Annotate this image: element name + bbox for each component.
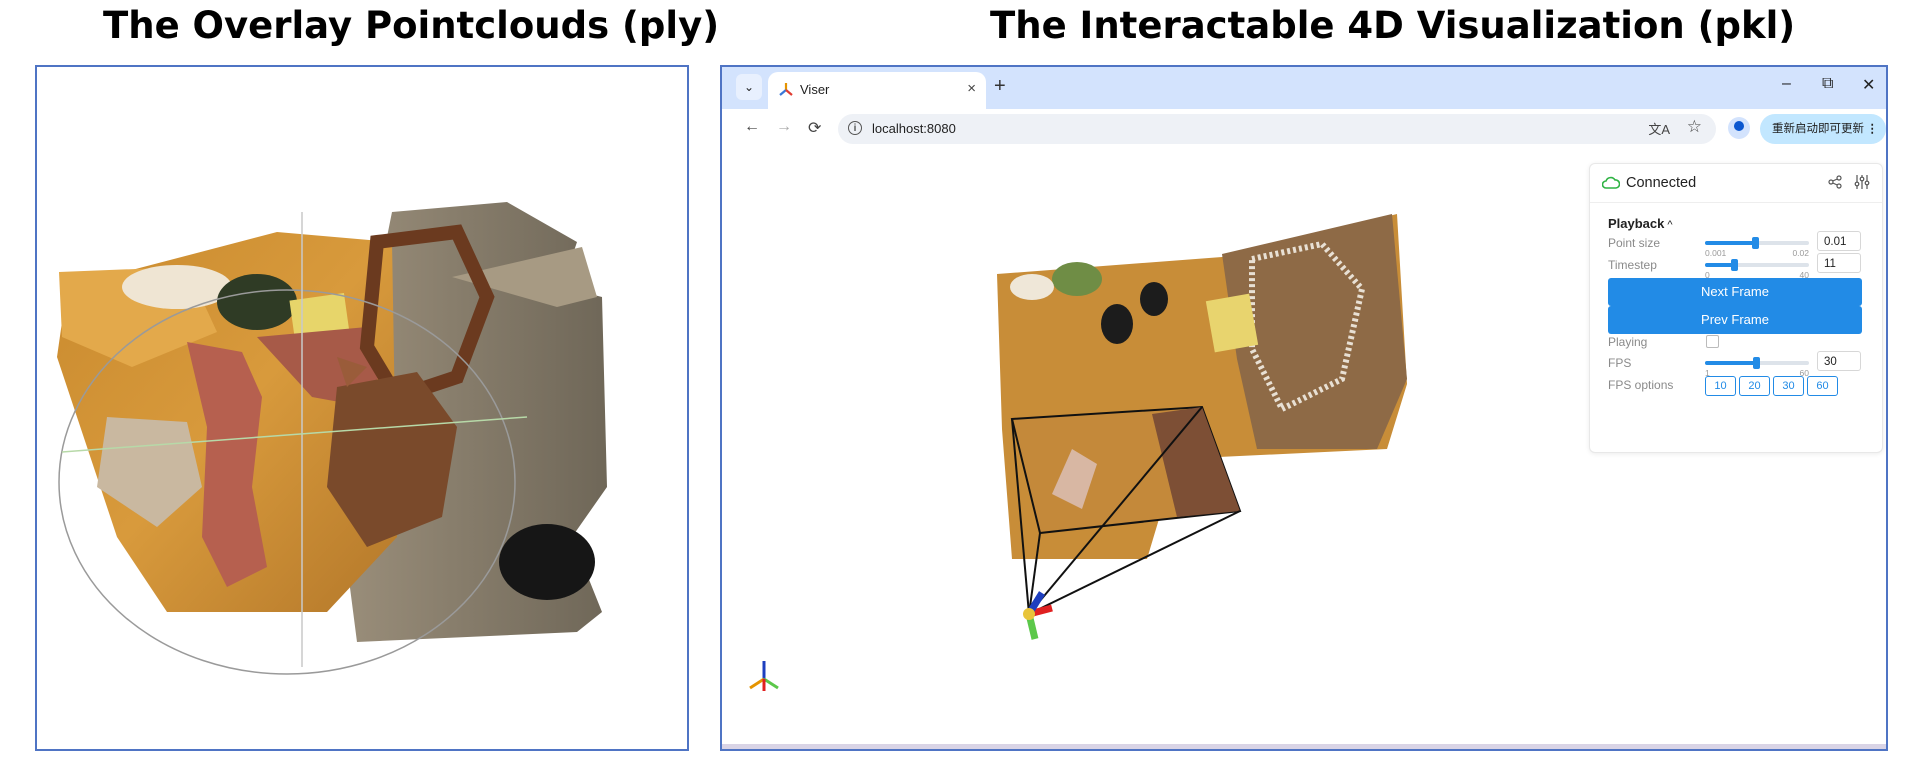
next-frame-button[interactable]: Next Frame <box>1608 278 1862 306</box>
back-icon[interactable]: ← <box>744 118 760 136</box>
fps-option-30[interactable]: 30 <box>1773 376 1804 396</box>
section-title: Playback <box>1608 216 1665 231</box>
slider-handle[interactable] <box>1751 237 1759 249</box>
tab-strip: ⌄ Viser × + – ⧉ ✕ <box>722 67 1886 109</box>
fps-input[interactable]: 30 <box>1817 351 1861 371</box>
browser-toolbar: ← → ⟳ i localhost:8080 文A ☆ 重新启动即可更新 ⋮ <box>722 109 1886 150</box>
world-axis-x <box>749 677 765 690</box>
window-close-icon[interactable]: ✕ <box>1862 75 1875 95</box>
tab-search-button[interactable]: ⌄ <box>736 74 762 100</box>
slider-handle[interactable] <box>1752 357 1760 369</box>
slider-min: 0.001 <box>1705 248 1727 258</box>
viser-3d-viewport[interactable]: Connected Playback ^ Point size 0.001 0.… <box>722 149 1886 749</box>
profile-avatar-icon[interactable] <box>1728 117 1750 139</box>
viser-control-panel: Connected Playback ^ Point size 0.001 0.… <box>1589 163 1883 453</box>
dark-object <box>499 524 595 600</box>
overlay-pointcloud-render <box>57 202 607 675</box>
overlay-pointcloud-panel <box>35 65 689 751</box>
left-panel-title: The Overlay Pointclouds (ply) <box>103 4 720 47</box>
bookmark-star-icon[interactable]: ☆ <box>1687 117 1702 137</box>
pointcloud-book <box>1205 293 1259 353</box>
tab-viser[interactable]: Viser × <box>768 72 986 109</box>
reload-icon[interactable]: ⟳ <box>808 118 821 138</box>
site-info-icon[interactable]: i <box>848 121 862 135</box>
slider-fill <box>1705 263 1734 267</box>
plate <box>122 265 232 309</box>
viser-browser-window: ⌄ Viser × + – ⧉ ✕ ← → ⟳ i localhost:8080… <box>720 65 1888 751</box>
point-size-slider[interactable]: 0.001 0.02 <box>1705 237 1809 258</box>
timestep-label: Timestep <box>1608 258 1657 272</box>
panel-header: Connected <box>1590 164 1882 203</box>
url-text: localhost:8080 <box>872 121 956 136</box>
fps-label: FPS <box>1608 356 1632 370</box>
playing-checkbox[interactable] <box>1706 335 1719 348</box>
fps-option-20[interactable]: 20 <box>1739 376 1770 396</box>
chevron-up-icon: ^ <box>1667 219 1673 231</box>
pointcloud-plate <box>1010 274 1054 300</box>
update-button[interactable]: 重新启动即可更新 ⋮ <box>1760 114 1886 144</box>
playing-label: Playing <box>1608 335 1648 349</box>
slider-max: 0.02 <box>1792 248 1809 258</box>
jar <box>217 274 297 330</box>
pointcloud-jar <box>1101 304 1133 344</box>
fps-option-10[interactable]: 10 <box>1705 376 1736 396</box>
right-panel-title: The Interactable 4D Visualization (pkl) <box>990 4 1796 47</box>
tab-title: Viser <box>800 82 830 97</box>
viser-logo-icon <box>779 83 793 96</box>
point-size-label: Point size <box>1608 236 1661 250</box>
address-bar[interactable]: i localhost:8080 文A ☆ <box>838 114 1716 144</box>
pointcloud-jar <box>1140 282 1168 316</box>
menu-dots-icon: ⋮ <box>1866 123 1879 135</box>
fps-options-label: FPS options <box>1608 378 1674 392</box>
point-size-input[interactable]: 0.01 <box>1817 231 1861 251</box>
slider-fill <box>1705 241 1755 245</box>
pointcloud-item <box>1052 262 1102 296</box>
camera-origin <box>1023 608 1035 620</box>
update-label: 重新启动即可更新 <box>1772 123 1864 135</box>
fps-slider[interactable]: 1 60 <box>1705 357 1809 378</box>
new-tab-icon[interactable]: + <box>994 75 1006 98</box>
timestep-slider[interactable]: 0 40 <box>1705 259 1809 280</box>
adjustments-icon[interactable] <box>1854 174 1870 190</box>
prev-frame-button[interactable]: Prev Frame <box>1608 306 1862 334</box>
restore-icon[interactable]: ⧉ <box>1822 75 1833 93</box>
slider-fill <box>1705 361 1756 365</box>
cloud-connected-icon <box>1602 176 1620 189</box>
slider-handle[interactable] <box>1730 259 1738 271</box>
timestep-input[interactable]: 11 <box>1817 253 1861 273</box>
world-axis-z <box>763 677 779 690</box>
tab-close-icon[interactable]: × <box>967 80 976 97</box>
playback-section-toggle[interactable]: Playback ^ <box>1608 216 1673 231</box>
share-icon[interactable] <box>1828 175 1842 189</box>
translate-icon[interactable]: 文A <box>1648 119 1670 138</box>
minimize-icon[interactable]: – <box>1782 75 1791 93</box>
forward-icon[interactable]: → <box>776 118 792 136</box>
viewport-bottom-bar <box>722 744 1886 749</box>
fps-option-60[interactable]: 60 <box>1807 376 1838 396</box>
connection-status: Connected <box>1626 175 1697 191</box>
chevron-down-icon: ⌄ <box>743 80 755 94</box>
